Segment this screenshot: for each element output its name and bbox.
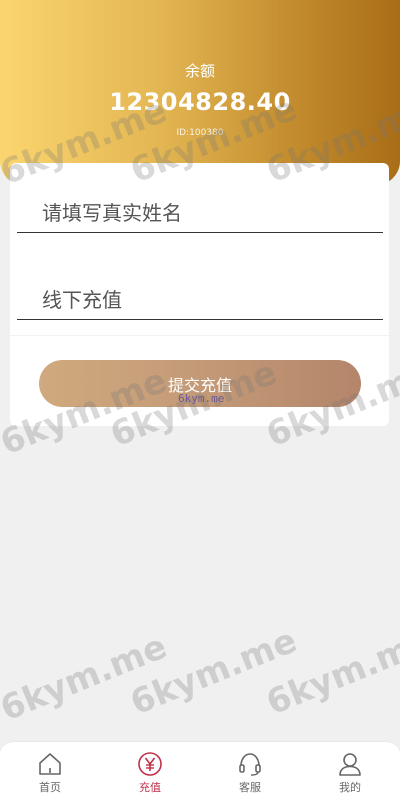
tab-support-label: 客服 — [239, 781, 261, 794]
submit-recharge-button[interactable]: 提交充值 — [39, 360, 361, 407]
watermark: 6kym.me — [260, 620, 400, 724]
tab-support[interactable]: 客服 — [200, 742, 300, 800]
tab-home-label: 首页 — [39, 781, 61, 794]
tab-mine[interactable]: 我的 — [300, 742, 400, 800]
headset-icon — [239, 753, 261, 776]
balance-header: 余额 12304828.40 ID:100380 — [0, 0, 400, 185]
real-name-input[interactable] — [17, 193, 383, 233]
user-icon — [339, 753, 361, 776]
home-icon — [39, 753, 61, 775]
watermark: 6kym.me — [124, 620, 303, 724]
yen-icon — [138, 752, 162, 776]
tab-recharge-label: 充值 — [139, 781, 161, 794]
watermark: 6kym.me — [0, 626, 173, 730]
bottom-tab-bar: 首页 充值 客服 我的 — [0, 741, 400, 800]
recharge-form-card: 提交充值 — [10, 163, 389, 426]
user-id: ID:100380 — [176, 128, 224, 138]
recharge-method-input[interactable] — [17, 280, 383, 320]
balance-amount: 12304828.40 — [109, 88, 291, 116]
balance-label: 余额 — [184, 62, 215, 80]
tab-recharge[interactable]: 充值 — [100, 742, 200, 800]
tab-home[interactable]: 首页 — [0, 742, 100, 800]
tab-mine-label: 我的 — [339, 781, 361, 794]
form-divider — [10, 335, 389, 336]
